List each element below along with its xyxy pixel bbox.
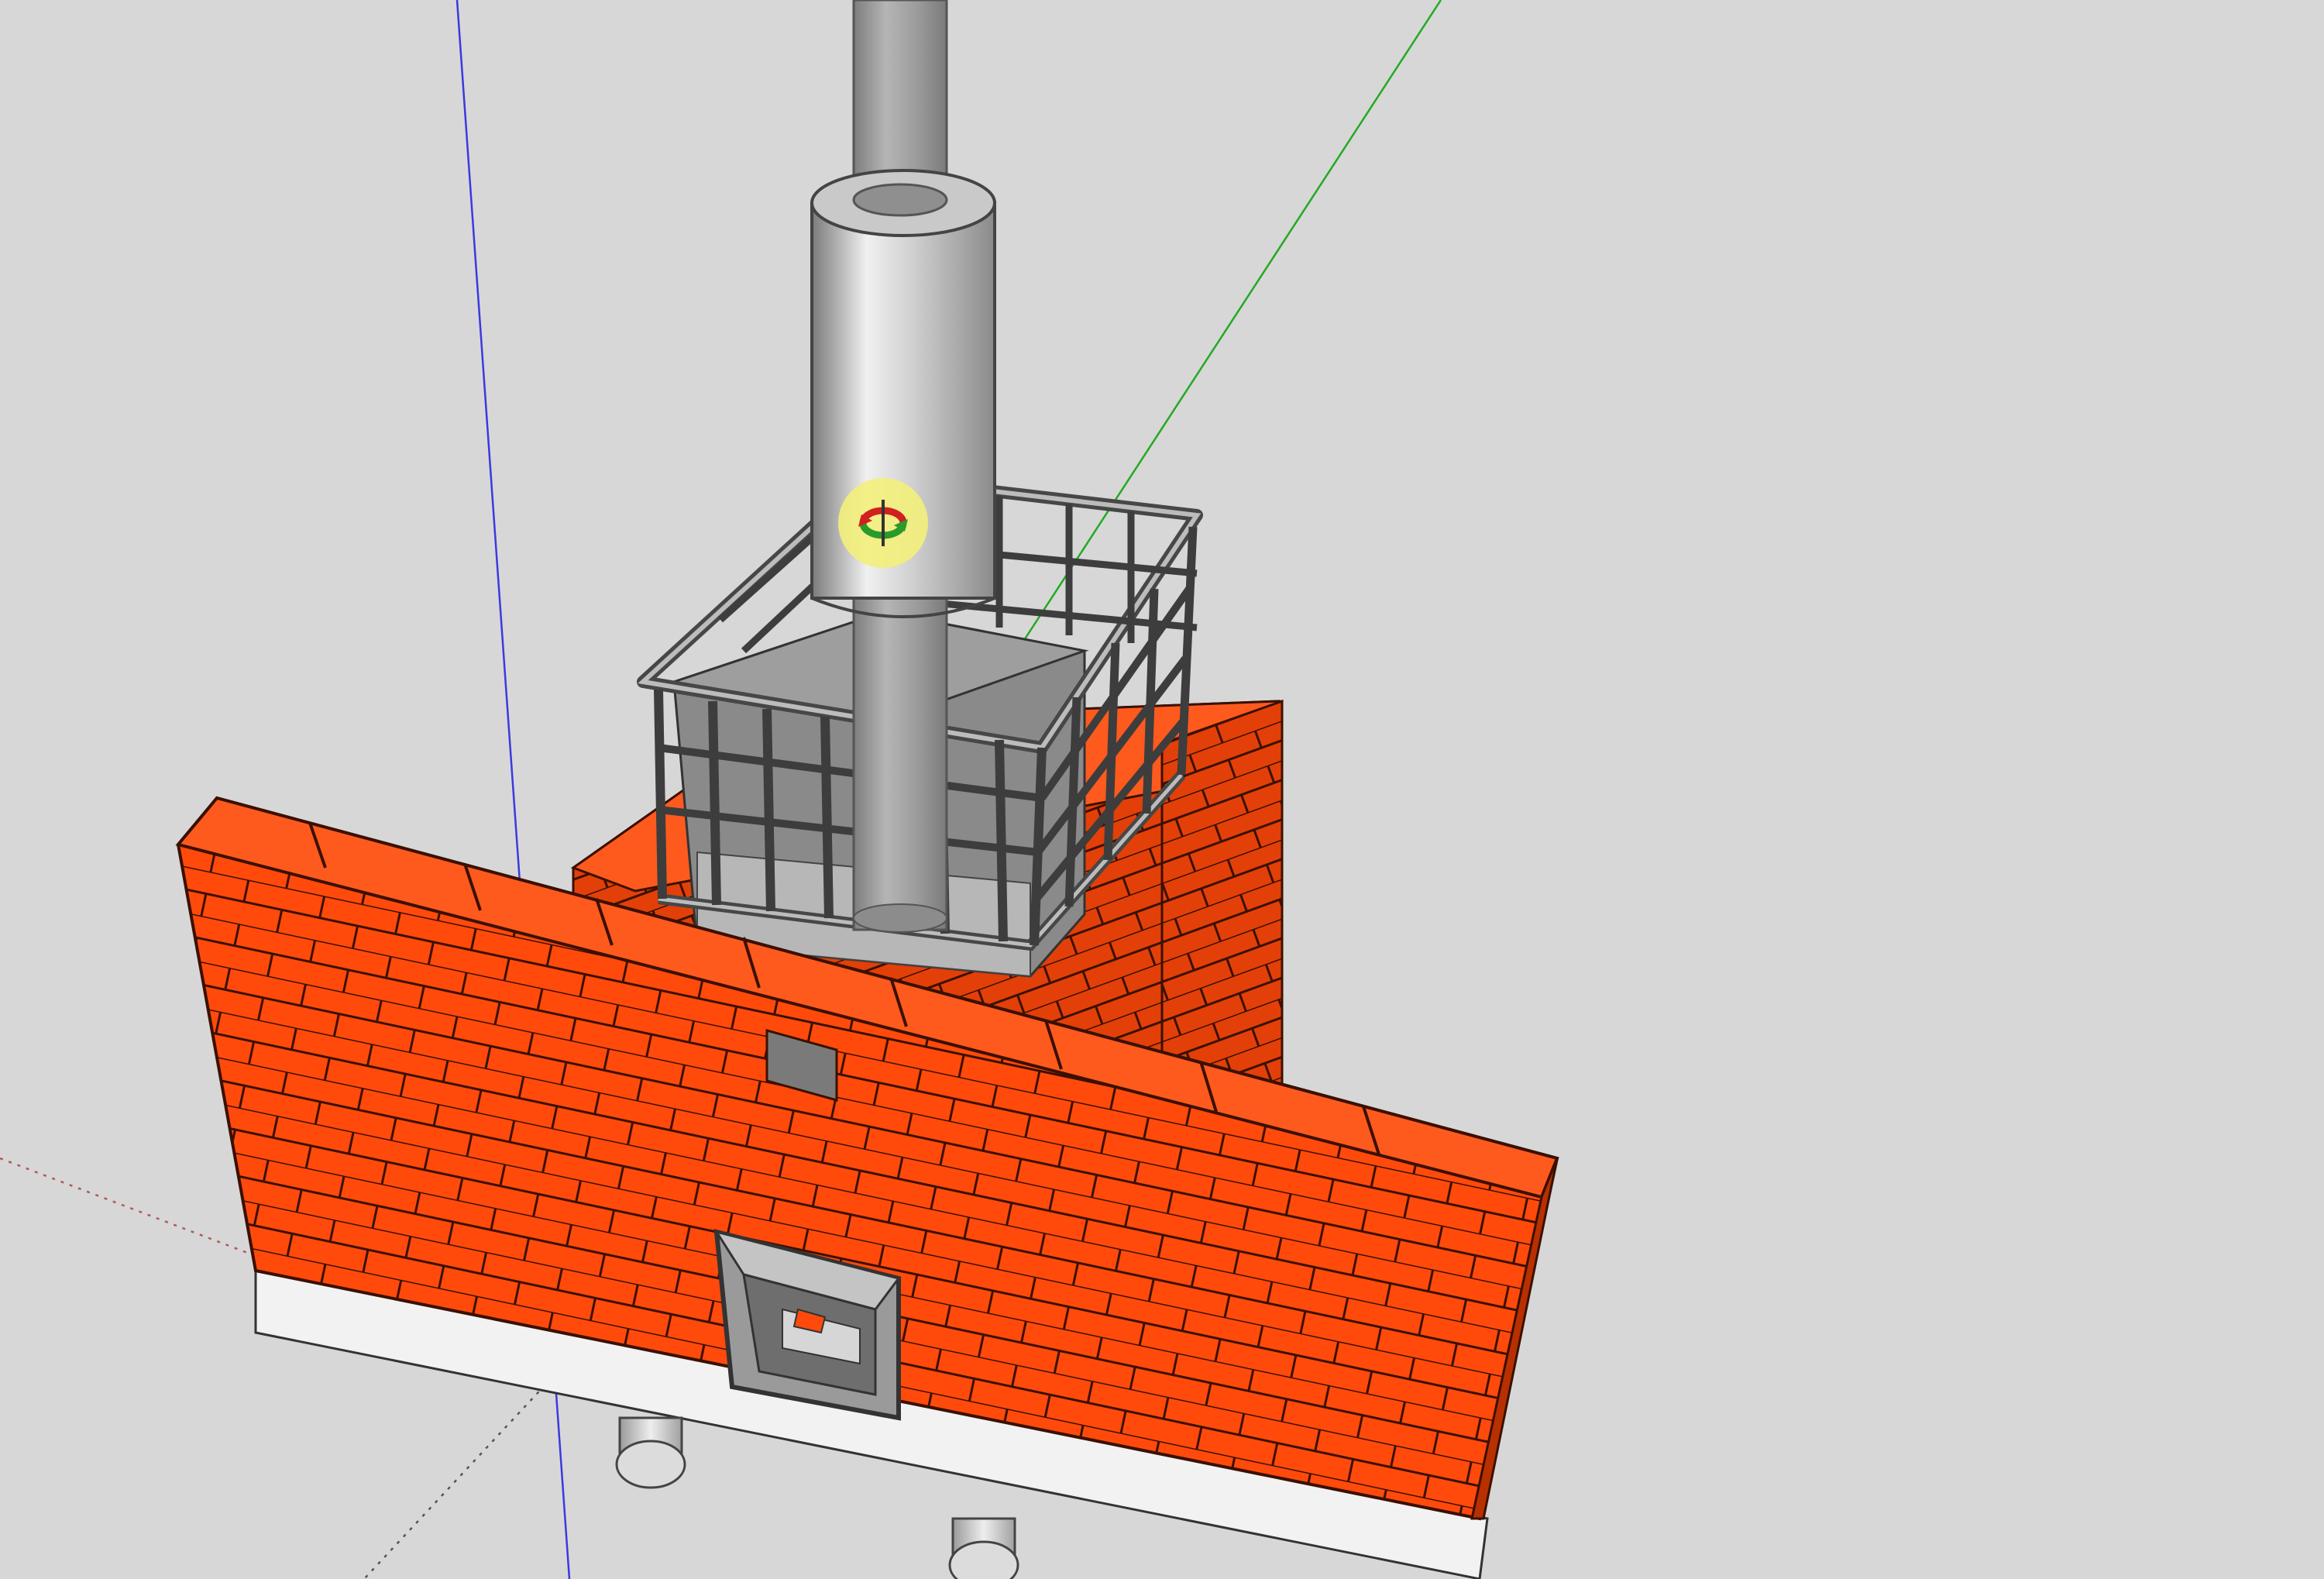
black-dotted-axis-line xyxy=(363,1371,559,1579)
wheel-right xyxy=(948,1517,1019,1579)
scene-canvas[interactable] xyxy=(0,0,2324,1579)
orbit-tool-icon xyxy=(838,478,928,568)
3d-viewport[interactable] xyxy=(0,0,2324,1579)
wheel-left xyxy=(615,1416,686,1489)
